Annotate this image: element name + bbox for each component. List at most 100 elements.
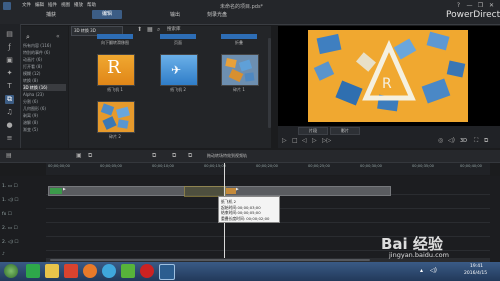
close-icon[interactable]: ✕ — [487, 2, 496, 9]
menu-view[interactable]: 视图 — [61, 2, 70, 8]
expand-icon[interactable]: « — [56, 33, 60, 40]
thumbnail-partial[interactable] — [160, 34, 196, 39]
category-item[interactable]: 剥离 (9) — [23, 112, 68, 119]
app-icon-red[interactable] — [64, 264, 78, 278]
category-item[interactable]: 特别的事件 (6) — [23, 49, 68, 56]
track-header-video-2[interactable]: 2. ▭ ☐ — [2, 224, 44, 234]
timeline-view-icon[interactable]: ▤ — [6, 152, 12, 159]
3d-mode-toggle[interactable]: 3D — [460, 138, 467, 144]
next-frame-icon[interactable]: ▷ — [312, 137, 317, 144]
track-header-fx[interactable]: fx ☐ — [2, 210, 44, 220]
preview-window[interactable]: R — [278, 26, 500, 126]
folder-icon[interactable] — [45, 264, 59, 278]
title-room-icon[interactable]: T — [5, 82, 14, 91]
clip-thumbnail — [226, 188, 236, 194]
category-item[interactable]: 分割 (6) — [23, 98, 68, 105]
category-item-selected[interactable]: 3D 转换 (16) — [23, 84, 66, 91]
lock-icon[interactable]: ☐ — [14, 240, 18, 245]
preview-controls: 片段 影片 ▷ □ ◁ ▷ ▷▷ ◎ ◁) 3D ⛶ ⧉ — [278, 126, 500, 148]
clock-date[interactable]: 2016/4/15 — [464, 271, 487, 276]
random-transition-icon[interactable]: ⧉ — [188, 152, 192, 160]
category-item[interactable]: 所有内容 (116) — [23, 42, 68, 49]
track-header-video-1[interactable]: 1. ▭ ☐ — [2, 182, 44, 192]
chapter-room-icon[interactable]: ≡ — [5, 134, 14, 143]
snapshot-icon[interactable]: ◎ — [438, 137, 443, 144]
crossfade-icon[interactable]: ⧉ — [152, 152, 156, 160]
fx-room-icon[interactable]: ƒ — [5, 43, 14, 52]
lock-icon[interactable]: ☐ — [13, 184, 17, 189]
tab-produce[interactable]: 输出 — [170, 11, 180, 18]
search-icon[interactable]: ⌕ — [26, 33, 30, 42]
media-player-icon[interactable] — [121, 264, 135, 278]
category-item[interactable]: 动画片 (6) — [23, 56, 68, 63]
tab-edit[interactable]: 编辑 — [92, 10, 122, 19]
thumbnail-partial[interactable] — [97, 34, 133, 39]
transition-apply-icon[interactable]: ▣ — [76, 152, 82, 159]
network-icon[interactable]: ▴ — [420, 267, 423, 274]
thumbnail-partial[interactable] — [221, 34, 257, 39]
volume-icon[interactable]: ◁) — [430, 267, 437, 274]
stop-icon[interactable]: □ — [292, 137, 298, 144]
category-item[interactable]: 溶解 (8) — [23, 119, 68, 126]
help-icon[interactable]: ? — [454, 2, 463, 9]
track-number: 1. — [2, 184, 7, 189]
app-icon-green[interactable] — [26, 264, 40, 278]
transition-thumbnail[interactable]: ✈ — [160, 54, 198, 86]
undock-icon[interactable]: ⧉ — [484, 137, 488, 145]
menu-file[interactable]: 文件 — [22, 2, 31, 8]
lock-icon[interactable]: ☐ — [13, 226, 17, 231]
minimize-icon[interactable]: — — [465, 2, 474, 9]
category-item[interactable]: Alpha (23) — [23, 91, 68, 98]
transition-room-icon[interactable]: ⧉ — [5, 95, 14, 104]
transition-thumbnail[interactable] — [97, 101, 135, 133]
media-room-icon[interactable]: ▤ — [5, 30, 14, 39]
lock-icon[interactable]: ☐ — [8, 212, 12, 217]
start-button-icon[interactable] — [4, 264, 18, 278]
clip-mode-button[interactable]: 片段 — [298, 127, 328, 135]
powerdirector-taskbar-icon[interactable] — [159, 264, 175, 280]
transition-thumbnail[interactable] — [221, 54, 259, 86]
fast-forward-icon[interactable]: ▷▷ — [322, 137, 331, 144]
scrollbar-thumb[interactable] — [50, 259, 370, 261]
browser-icon[interactable] — [102, 264, 116, 278]
transition-add-icon[interactable]: ⧉ — [88, 152, 92, 160]
maximize-icon[interactable]: ❐ — [476, 2, 485, 9]
movie-mode-button[interactable]: 影片 — [330, 127, 360, 135]
firefox-icon[interactable] — [83, 264, 97, 278]
audio-mixer-icon[interactable]: ♫ — [5, 108, 14, 117]
transition-search-field[interactable]: 搜索库 — [167, 26, 181, 34]
voice-over-icon[interactable]: ● — [5, 121, 14, 130]
tab-capture[interactable]: 捕获 — [46, 11, 56, 18]
category-item[interactable]: 模糊 (12) — [23, 70, 68, 77]
track-header-audio-1[interactable]: 1. ◁) ☐ — [2, 196, 44, 206]
transition-thumbnail[interactable]: R — [97, 54, 135, 86]
play-icon[interactable]: ▷ — [282, 137, 287, 144]
ruler-tick: 00;00;25;00 — [308, 164, 330, 168]
search-icon[interactable]: ⌕ — [157, 26, 160, 34]
menu-plugin[interactable]: 插件 — [48, 2, 57, 8]
track-header-audio-2[interactable]: 2. ◁) ☐ — [2, 238, 44, 248]
menu-help[interactable]: 帮助 — [87, 2, 96, 8]
import-icon[interactable]: ⬆ — [137, 26, 142, 33]
recorder-icon[interactable] — [140, 264, 154, 278]
category-item[interactable]: 打开看 (8) — [23, 63, 68, 70]
library-scrollbar[interactable] — [268, 38, 271, 128]
fullscreen-icon[interactable]: ⛶ — [474, 137, 478, 145]
pip-room-icon[interactable]: ▣ — [5, 56, 14, 65]
video-clip[interactable] — [224, 186, 391, 196]
category-item[interactable]: 几何图形 (6) — [23, 105, 68, 112]
menu-play[interactable]: 播放 — [74, 2, 83, 8]
menu-edit[interactable]: 编辑 — [35, 2, 44, 8]
clock-time[interactable]: 19:41 — [470, 264, 483, 269]
timeline-toolbar: ▤ ▣ ⧉ ⧉ ⧉ ⧉ 拖动转场特效到视频轨 — [0, 150, 500, 163]
particle-room-icon[interactable]: ✦ — [5, 69, 14, 78]
grid-view-icon[interactable]: ▦ — [147, 26, 153, 33]
category-item[interactable]: 渐变 (5) — [23, 126, 68, 133]
track-header-music[interactable]: ♪ — [2, 250, 44, 260]
overlap-icon[interactable]: ⧉ — [172, 152, 176, 160]
lock-icon[interactable]: ☐ — [14, 198, 18, 203]
category-item[interactable]: 转换 (8) — [23, 77, 68, 84]
tab-disc[interactable]: 刻录光盘 — [207, 11, 227, 18]
prev-frame-icon[interactable]: ◁ — [302, 137, 307, 144]
volume-icon[interactable]: ◁) — [448, 137, 455, 144]
